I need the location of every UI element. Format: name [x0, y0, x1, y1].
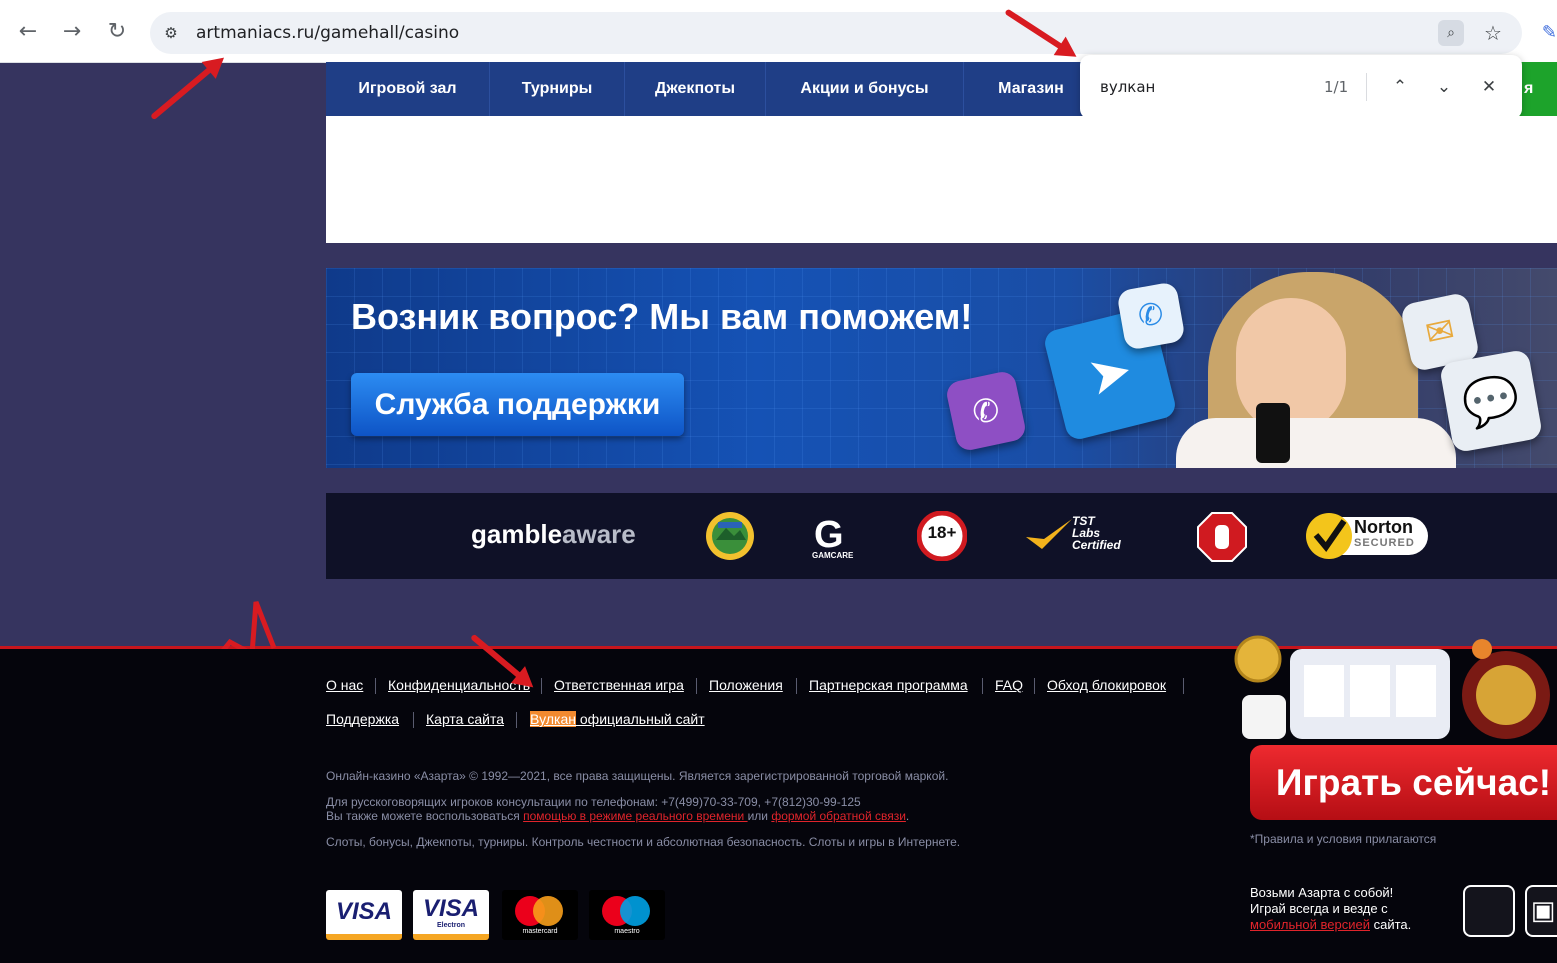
- footer-link-official[interactable]: Вулкан официальный сайт: [530, 711, 705, 727]
- gamcare-label: GAMCARE: [812, 551, 854, 560]
- browser-toolbar: ← → ↻ ⚙ artmaniacs.ru/gamehall/casino ⌕ …: [0, 0, 1557, 63]
- woman-face: [1236, 298, 1346, 433]
- official-link-rest: официальный сайт: [576, 711, 705, 727]
- find-prev-icon[interactable]: ⌃: [1386, 73, 1414, 101]
- find-in-page-bar: вулкан 1/1 ⌃ ⌄ ✕: [1080, 55, 1522, 119]
- phone-illustration: [1256, 403, 1290, 463]
- link-divider: [696, 678, 697, 694]
- gambleaware-aware: aware: [562, 519, 636, 549]
- chat-icon: 💬: [1438, 348, 1544, 454]
- mobile-version-link[interactable]: мобильной версией: [1250, 917, 1370, 932]
- visa-electron-label: Electron: [436, 922, 465, 929]
- trust-badges-strip: gambleaware G GAMCARE 18+ TST Labs Certi…: [326, 493, 1557, 579]
- footer-link-support[interactable]: Поддержка: [326, 711, 399, 727]
- visa-card-icon: VISA: [326, 890, 402, 940]
- mastercard-label: mastercard: [522, 928, 558, 935]
- stop-hand-icon[interactable]: [1196, 511, 1248, 563]
- link-divider: [1034, 678, 1035, 694]
- help-or: или: [747, 809, 772, 823]
- android-app-icon[interactable]: ▣: [1525, 885, 1557, 937]
- content-panel: [326, 116, 1557, 243]
- norton-line-1: Norton: [1354, 517, 1413, 537]
- lens-icon[interactable]: ⌕: [1438, 20, 1464, 46]
- help-prefix: Вы также можете воспользоваться: [326, 809, 524, 823]
- phones-text: Для русскоговорящих игроков консультации…: [326, 795, 861, 809]
- gambleaware-gamble: gamble: [471, 519, 563, 549]
- find-next-icon[interactable]: ⌄: [1430, 73, 1458, 101]
- site-settings-icon[interactable]: ⚙: [160, 22, 182, 44]
- url-text[interactable]: artmaniacs.ru/gamehall/casino: [196, 23, 459, 43]
- svg-text:G: G: [814, 514, 844, 556]
- footer-link-responsible[interactable]: Ответственная игра: [554, 677, 684, 693]
- slogan-text: Слоты, бонусы, Джекпоты, турниры. Контро…: [326, 835, 961, 849]
- footer-link-unblock[interactable]: Обход блокировок: [1047, 677, 1166, 693]
- find-close-icon[interactable]: ✕: [1475, 73, 1503, 101]
- support-button[interactable]: Служба поддержки: [351, 373, 684, 436]
- footer-link-affiliate[interactable]: Партнерская программа: [809, 677, 968, 693]
- link-divider: [516, 712, 517, 728]
- link-divider: [796, 678, 797, 694]
- tst-labs-label: TST Labs Certified: [1072, 515, 1121, 551]
- extension-icon[interactable]: ✎: [1542, 22, 1557, 43]
- find-divider: [1366, 73, 1367, 101]
- footer-link-about[interactable]: О нас: [326, 677, 363, 693]
- find-highlight: Вулкан: [530, 711, 576, 727]
- reload-icon[interactable]: ↻: [103, 18, 131, 46]
- visa-electron-card-icon: VISA Electron: [413, 890, 489, 940]
- phone-call-icon: ✆: [1116, 281, 1186, 351]
- footer-link-sitemap[interactable]: Карта сайта: [426, 711, 504, 727]
- norton-label: Norton SECURED: [1354, 517, 1415, 551]
- slot-machine-illustration: [1234, 635, 1550, 739]
- play-now-button[interactable]: Играть сейчас!: [1250, 745, 1557, 820]
- link-divider: [375, 678, 376, 694]
- tst-line-3: Certified: [1072, 538, 1121, 552]
- nav-jackpots[interactable]: Джекпоты: [625, 62, 765, 116]
- mastercard-icon: mastercard: [502, 890, 578, 940]
- costa-rica-license-icon[interactable]: [704, 510, 756, 562]
- gambleaware-logo[interactable]: gambleaware: [471, 519, 636, 550]
- age-18-label: 18+: [927, 523, 957, 542]
- support-banner: ✆ ➤ ✆ ✉ 💬 Возник вопрос? Мы вам поможем!…: [326, 268, 1557, 468]
- live-help-link[interactable]: помощью в режиме реального времени: [523, 809, 747, 823]
- mobile-promo-line-2: Играй всегда и везде с: [1250, 901, 1388, 916]
- nav-shop[interactable]: Магазин: [964, 62, 1098, 116]
- annotation-arrow-url: [150, 64, 216, 121]
- feedback-form-link[interactable]: формой обратной связи: [771, 809, 906, 823]
- rules-note: *Правила и условия прилагаются: [1250, 832, 1437, 846]
- nav-promotions[interactable]: Акции и бонусы: [766, 62, 963, 116]
- nav-tournaments[interactable]: Турниры: [490, 62, 624, 116]
- link-divider: [982, 678, 983, 694]
- maestro-icon: maestro: [589, 890, 665, 940]
- find-input[interactable]: вулкан: [1100, 78, 1155, 96]
- forward-icon[interactable]: →: [58, 18, 86, 46]
- footer-link-terms[interactable]: Положения: [709, 677, 783, 693]
- mobile-promo-line-1: Возьми Азарта с собой!: [1250, 885, 1394, 900]
- link-divider: [413, 712, 414, 728]
- tst-check-icon[interactable]: [1024, 515, 1074, 555]
- viber-icon: ✆: [944, 369, 1028, 453]
- back-icon[interactable]: ←: [14, 18, 42, 46]
- norton-line-2: SECURED: [1354, 537, 1415, 549]
- link-divider: [1183, 678, 1184, 694]
- bookmark-star-icon[interactable]: ☆: [1480, 20, 1506, 46]
- visa-electron-visa: VISA: [422, 895, 479, 922]
- address-bar[interactable]: ⚙ artmaniacs.ru/gamehall/casino ⌕ ☆: [150, 12, 1522, 54]
- nav-gamehall[interactable]: Игровой зал: [326, 62, 489, 116]
- help-end: .: [905, 809, 910, 823]
- support-title: Возник вопрос? Мы вам поможем!: [351, 296, 973, 337]
- woman-body: [1176, 418, 1456, 468]
- help-text: Вы также можете воспользоваться помощью …: [326, 809, 909, 823]
- footer-link-privacy[interactable]: Конфиденциальность: [388, 677, 530, 693]
- link-divider: [541, 678, 542, 694]
- mobile-promo-end: сайта.: [1370, 917, 1412, 932]
- apple-app-icon[interactable]: [1463, 885, 1515, 937]
- mobile-promo-text: Возьми Азарта с собой! Играй всегда и ве…: [1250, 885, 1411, 933]
- footer-link-faq[interactable]: FAQ: [995, 677, 1023, 693]
- copyright-text: Онлайн-казино «Азарта» © 1992—2021, все …: [326, 769, 949, 783]
- maestro-label: maestro: [614, 928, 640, 935]
- find-match-count: 1/1: [1324, 78, 1349, 96]
